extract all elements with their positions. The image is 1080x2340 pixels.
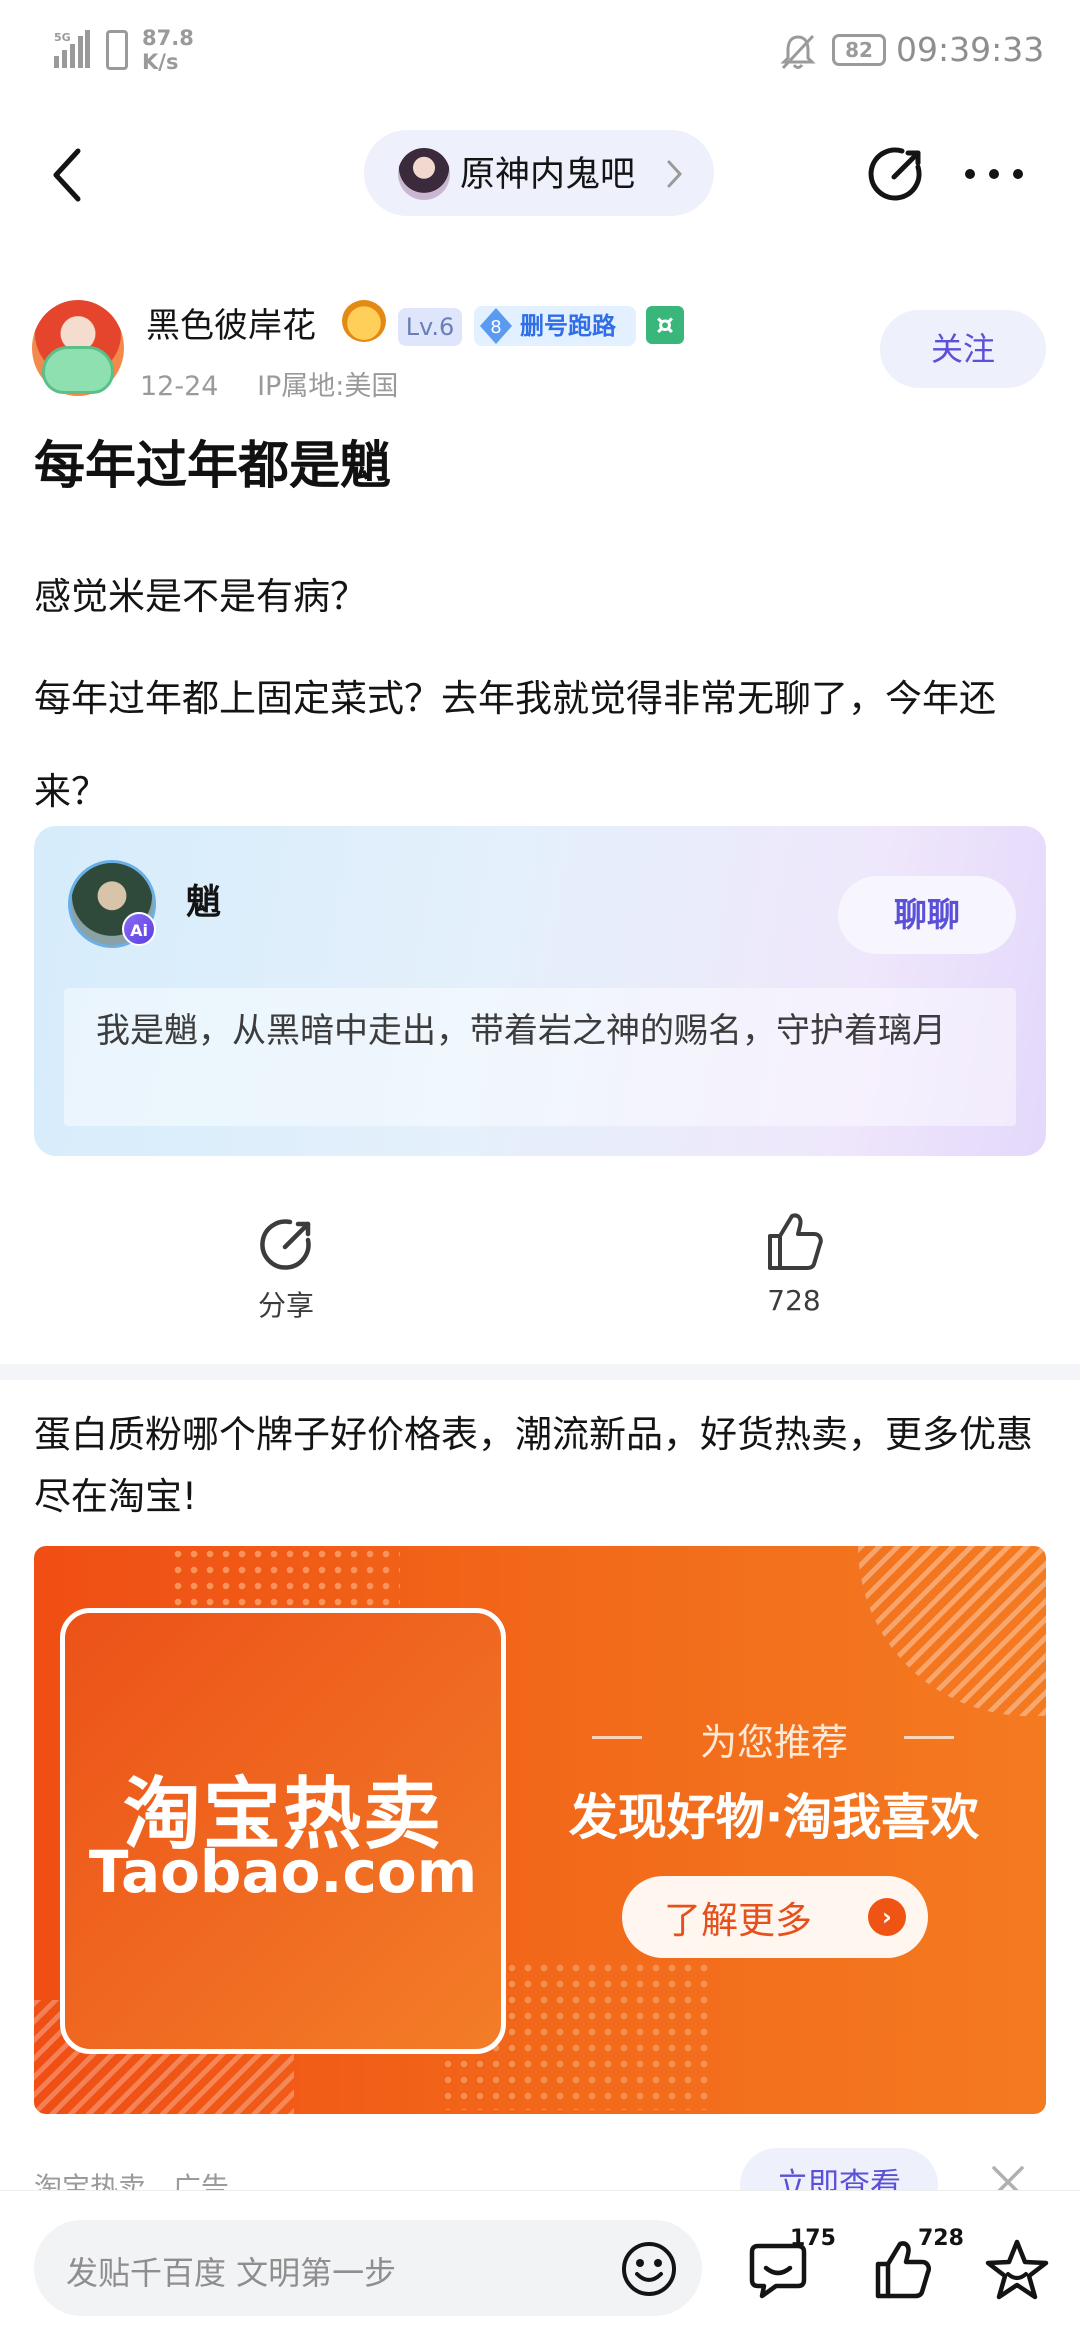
- share-icon[interactable]: [258, 1216, 314, 1272]
- ai-description: 我是魈，从黑暗中走出，带着岩之神的赐名，守护着璃月: [96, 1011, 946, 1051]
- ai-description-box: [64, 988, 1016, 1126]
- network-speed-unit: K/s: [142, 50, 179, 74]
- comment-placeholder[interactable]: 发贴千百度 文明第一步: [66, 2248, 396, 2294]
- tiger-icon: [342, 300, 386, 342]
- ai-badge-icon: Ai: [122, 912, 156, 946]
- post-date: 12-24: [140, 371, 219, 402]
- ad-slogan: 发现好物·淘我喜欢: [568, 1789, 980, 1846]
- arrow-right-icon: ›: [868, 1898, 906, 1936]
- share-icon[interactable]: [868, 145, 924, 201]
- post-paragraph-1: 感觉米是不是有病？: [34, 575, 367, 618]
- post-title: 每年过年都是魈: [34, 437, 392, 496]
- ai-name: 魈: [186, 883, 222, 923]
- ad-title[interactable]: 蛋白质粉哪个牌子好价格表，潮流新品，好货热卖，更多优惠尽在淘宝!: [34, 1404, 1054, 1528]
- network-speed: 87.8 K/s: [142, 26, 194, 74]
- like-count-bottom: 728: [918, 2226, 964, 2251]
- section-divider: [0, 1364, 1080, 1380]
- like-icon[interactable]: [764, 1210, 824, 1272]
- comment-count: 175: [790, 2226, 836, 2251]
- ad-recommend: 为您推荐: [700, 1721, 848, 1764]
- like-count[interactable]: 728: [744, 1284, 844, 1317]
- badge-text: 删号跑路: [520, 312, 616, 340]
- forum-name[interactable]: 原神内鬼吧: [460, 146, 635, 197]
- svg-text:5G: 5G: [54, 31, 71, 44]
- more-icon[interactable]: [962, 166, 1026, 182]
- sim-icon: [106, 30, 128, 70]
- ad-logo-en: Taobao.com: [88, 1838, 478, 1906]
- share-label[interactable]: 分享: [240, 1284, 332, 1324]
- chevron-right-icon: [667, 160, 683, 188]
- star-icon[interactable]: [984, 2238, 1050, 2302]
- diamond-icon: 8: [480, 308, 512, 344]
- ad-line: [904, 1736, 954, 1739]
- green-badge-icon: ¤: [646, 306, 684, 344]
- forum-avatar[interactable]: [398, 148, 450, 200]
- network-speed-value: 87.8: [142, 26, 194, 50]
- ad-decoration-dots: [170, 1546, 400, 1616]
- mute-bell-icon: [780, 34, 816, 70]
- follow-button[interactable]: 关注: [880, 310, 1046, 388]
- signal-icon: 5G: [54, 30, 90, 68]
- author-avatar-mask: [42, 346, 114, 394]
- clock: 09:39:33: [896, 30, 1045, 69]
- post-meta: 12-24 IP属地:美国: [140, 364, 428, 403]
- ad-cta-label[interactable]: 了解更多: [664, 1890, 812, 1944]
- status-bar: 5G 87.8 K/s 82 09:39:33: [0, 0, 1080, 100]
- back-icon[interactable]: [48, 145, 88, 205]
- ip-location: IP属地:美国: [257, 371, 399, 402]
- post-paragraph-2: 每年过年都上固定菜式？去年我就觉得非常无聊了，今年还来？: [34, 677, 996, 813]
- ad-line: [592, 1736, 642, 1739]
- emoji-icon[interactable]: [620, 2240, 678, 2298]
- level-badge: Lv.6: [398, 308, 462, 346]
- chat-button[interactable]: 聊聊: [838, 876, 1016, 954]
- badge-number: 8: [490, 317, 501, 338]
- battery-icon: 82: [832, 34, 886, 66]
- author-name[interactable]: 黑色彼岸花: [146, 298, 316, 347]
